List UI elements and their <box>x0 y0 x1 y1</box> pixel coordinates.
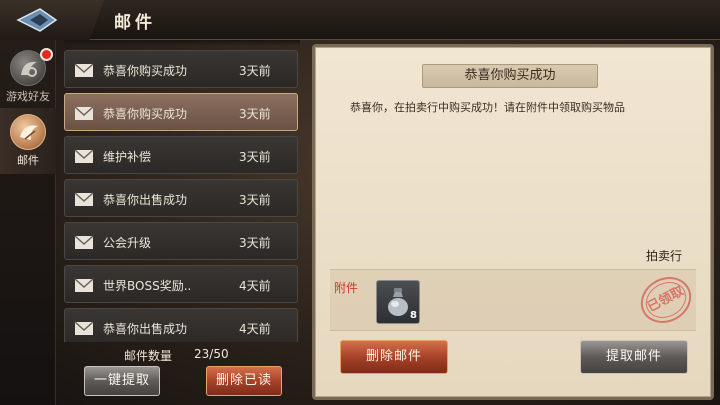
mail-subject: 恭喜你出售成功 <box>103 193 188 207</box>
tab-game-friends[interactable]: 游戏好友 <box>0 44 56 110</box>
mail-age: 4天前 <box>239 279 271 293</box>
envelope-icon <box>74 278 94 292</box>
notification-dot <box>40 48 53 61</box>
mail-item[interactable]: 维护补偿 3天前 <box>64 136 298 174</box>
mail-subject: 世界BOSS奖励.. <box>103 279 192 293</box>
mail-item-selected[interactable]: 恭喜你购买成功 3天前 <box>64 93 298 131</box>
tab-mail[interactable]: 邮件 <box>0 108 56 174</box>
mail-age: 3天前 <box>239 150 271 164</box>
envelope-icon <box>74 321 94 335</box>
mail-subject: 恭喜你购买成功 <box>103 64 188 78</box>
mail-item[interactable]: 公会升级 3天前 <box>64 222 298 260</box>
tab-game-friends-label: 游戏好友 <box>6 90 50 103</box>
mail-subject: 公会升级 <box>103 236 152 250</box>
mail-detail-body: 恭喜你，在拍卖行中购买成功！请在附件中领取购买物品 <box>350 101 625 114</box>
side-tabs: 游戏好友 邮件 <box>0 40 56 405</box>
back-arrow-icon <box>16 8 58 32</box>
envelope-icon <box>74 149 94 163</box>
mail-sender: 拍卖行 <box>646 249 683 263</box>
delete-read-button[interactable]: 删除已读 <box>206 366 282 396</box>
tab-mail-label: 邮件 <box>17 154 39 167</box>
mail-item[interactable]: 恭喜你出售成功 3天前 <box>64 179 298 217</box>
mail-emblem-icon <box>10 114 46 150</box>
mail-age: 3天前 <box>239 107 271 121</box>
envelope-icon <box>74 235 94 249</box>
mail-count-value: 23/50 <box>194 347 229 361</box>
mail-item[interactable]: 恭喜你购买成功 3天前 <box>64 50 298 88</box>
mail-subject: 恭喜你购买成功 <box>103 107 188 121</box>
delete-mail-button[interactable]: 删除邮件 <box>340 340 448 374</box>
envelope-icon <box>74 106 94 120</box>
mail-age: 3天前 <box>239 193 271 207</box>
attachment-count: 8 <box>410 310 417 321</box>
mail-list[interactable]: 恭喜你购买成功 3天前 恭喜你购买成功 3天前 维护补偿 3天前 恭喜你出售成功… <box>64 46 300 342</box>
mail-count-label: 邮件数量 <box>124 349 173 363</box>
envelope-icon <box>74 192 94 206</box>
mail-age: 3天前 <box>239 236 271 250</box>
list-top-fade <box>64 40 300 46</box>
mail-subject: 维护补偿 <box>103 150 152 164</box>
top-bar: 邮件 <box>0 0 720 40</box>
mail-detail-title: 恭喜你购买成功 <box>422 64 598 88</box>
page-title: 邮件 <box>114 13 156 33</box>
claim-all-button[interactable]: 一键提取 <box>84 366 160 396</box>
claim-mail-button[interactable]: 提取邮件 <box>580 340 688 374</box>
mail-age: 4天前 <box>239 322 271 336</box>
mail-subject: 恭喜你出售成功 <box>103 322 188 336</box>
envelope-icon <box>74 63 94 77</box>
mail-age: 3天前 <box>239 64 271 78</box>
attachment-label: 附件 <box>334 281 359 295</box>
mail-item[interactable]: 世界BOSS奖励.. 4天前 <box>64 265 298 303</box>
mail-item[interactable]: 恭喜你出售成功 4天前 <box>64 308 298 342</box>
back-button[interactable] <box>0 0 104 40</box>
